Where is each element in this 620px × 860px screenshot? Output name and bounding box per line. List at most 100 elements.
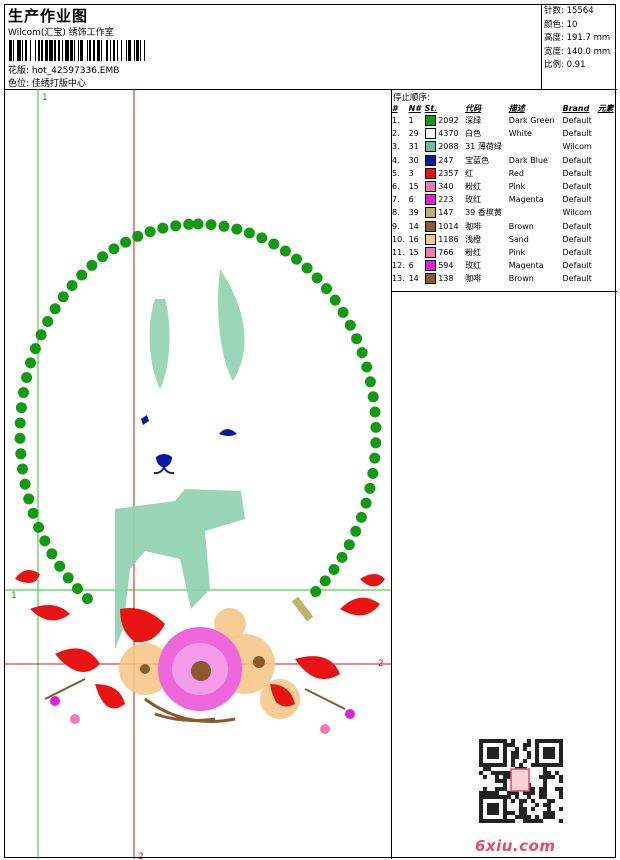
frame-bead — [14, 417, 26, 429]
production-sheet: 生产作业图 Wilcom(汇宝) 绣饰工作室 花版: hot_42597336.… — [4, 4, 617, 859]
frame-bead — [19, 478, 31, 490]
row-needle: 3 — [408, 168, 414, 178]
color-swatch — [424, 207, 436, 219]
design-file-name: 花版: hot_42597336.EMB — [8, 66, 120, 76]
frame-bead — [360, 497, 372, 509]
row-code: 31 薄荷绿 — [465, 142, 502, 152]
row-stitches: 223 — [424, 193, 464, 206]
row-element — [597, 140, 617, 153]
color-swatch — [424, 154, 436, 166]
table-row: 11. 15 766 粉红 Pink Default — [391, 246, 617, 259]
table-header-cell: St. — [424, 103, 438, 113]
frame-bead — [343, 539, 355, 551]
row-needle: 14 — [408, 274, 419, 284]
stat-stitches: 针数: 15564 — [544, 6, 594, 16]
table-row: 8. 39 147 39 香槟黄 Wilcom — [391, 206, 617, 219]
frame-bead — [243, 227, 255, 239]
frame-bead — [15, 448, 27, 460]
row-brand: Default — [562, 274, 592, 284]
frame-bead — [256, 232, 268, 244]
table-row: 12. 6 594 玫红 Magenta Default — [391, 259, 617, 272]
row-index: 5. — [392, 168, 400, 178]
table-header-row: # N# St. 代码 描述 Brand 元素 — [391, 102, 617, 114]
stat-scale: 比例: 0.91 — [544, 60, 586, 70]
color-swatch — [424, 246, 436, 258]
row-stitches: 766 — [424, 246, 464, 259]
table-row: 6. 15 340 粉红 Pink Default — [391, 180, 617, 193]
guide-label-bottom: 2 — [138, 852, 144, 859]
row-description: Brown — [508, 221, 534, 231]
row-code: 咖啡 — [465, 221, 482, 231]
frame-bead — [370, 437, 382, 449]
frame-bead — [301, 262, 313, 274]
row-stitches: 2088 — [424, 140, 464, 153]
right-eye — [219, 429, 237, 436]
frame-bead — [49, 303, 61, 315]
row-stitches: 147 — [424, 206, 464, 219]
row-needle: 39 — [408, 208, 419, 218]
row-description: Dark Blue — [508, 155, 548, 165]
row-index: 4. — [392, 155, 400, 165]
guide-label-right: 2 — [378, 659, 384, 669]
frame-bead — [97, 251, 109, 263]
row-description: Magenta — [508, 261, 544, 271]
frame-bead — [356, 347, 368, 359]
row-index: 13. — [392, 274, 405, 284]
table-row: 1. 1 2092 深绿 Dark Green Default — [391, 114, 617, 127]
frame-bead — [25, 357, 36, 369]
frame-bead — [108, 243, 120, 255]
frame-bead — [132, 230, 144, 242]
left-ear — [149, 299, 170, 389]
frame-bead — [39, 535, 51, 547]
frame-bead — [183, 218, 195, 230]
table-header-cell: 描述 — [508, 103, 525, 113]
row-code: 咖啡 — [465, 274, 482, 284]
frame-bead — [205, 219, 217, 231]
row-stitches: 4370 — [424, 127, 464, 140]
design-canvas: 1 1 2 2 — [5, 89, 392, 859]
row-index: 2. — [392, 129, 400, 139]
row-description: Pink — [508, 247, 526, 257]
guide-label-left: 1 — [11, 591, 17, 601]
row-stitches: 594 — [424, 259, 464, 272]
table-body: 1. 1 2092 深绿 Dark Green Default 2. 29 4370 白色 Wh… — [391, 114, 617, 285]
row-needle: 15 — [408, 182, 419, 192]
frame-bead — [369, 452, 381, 464]
row-element — [597, 259, 617, 272]
color-swatch — [424, 194, 436, 206]
table-header-cell: 元素 — [597, 103, 614, 113]
color-swatch — [424, 181, 436, 193]
color-swatch — [424, 233, 436, 245]
barcode — [9, 40, 197, 61]
row-brand: Default — [562, 116, 592, 126]
row-element — [597, 193, 617, 206]
row-description: Pink — [508, 182, 526, 192]
frame-bead — [367, 391, 379, 403]
frame-bead — [329, 294, 341, 306]
frame-bead — [218, 220, 230, 232]
row-stitches: 247 — [424, 154, 464, 167]
row-needle: 15 — [408, 247, 419, 257]
frame-bead — [370, 421, 382, 433]
table-row: 2. 29 4370 白色 White Default — [391, 127, 617, 140]
frame-bead — [15, 402, 27, 414]
frame-bead — [369, 406, 381, 418]
design-stats: 针数: 15564 颜色: 10 高度: 191.7 mm 宽度: 140.0 … — [541, 5, 617, 89]
row-index: 3. — [392, 142, 400, 152]
row-description: Dark Green — [508, 116, 555, 126]
frame-bead — [29, 343, 41, 355]
row-brand: Default — [562, 155, 592, 165]
row-element — [597, 114, 617, 127]
table-header-cell: 代码 — [465, 103, 482, 113]
row-element — [597, 154, 617, 167]
row-needle: 31 — [408, 142, 419, 152]
left-eye — [141, 415, 149, 425]
table-row: 10. 16 1186 浅橙 Sand Default — [391, 233, 617, 246]
frame-bead — [321, 283, 332, 295]
row-brand: Default — [562, 234, 592, 244]
frame-bead — [76, 269, 88, 281]
frame-bead — [17, 463, 28, 475]
row-brand: Default — [562, 247, 592, 257]
color-swatch — [424, 128, 436, 140]
frame-bead — [120, 236, 132, 248]
